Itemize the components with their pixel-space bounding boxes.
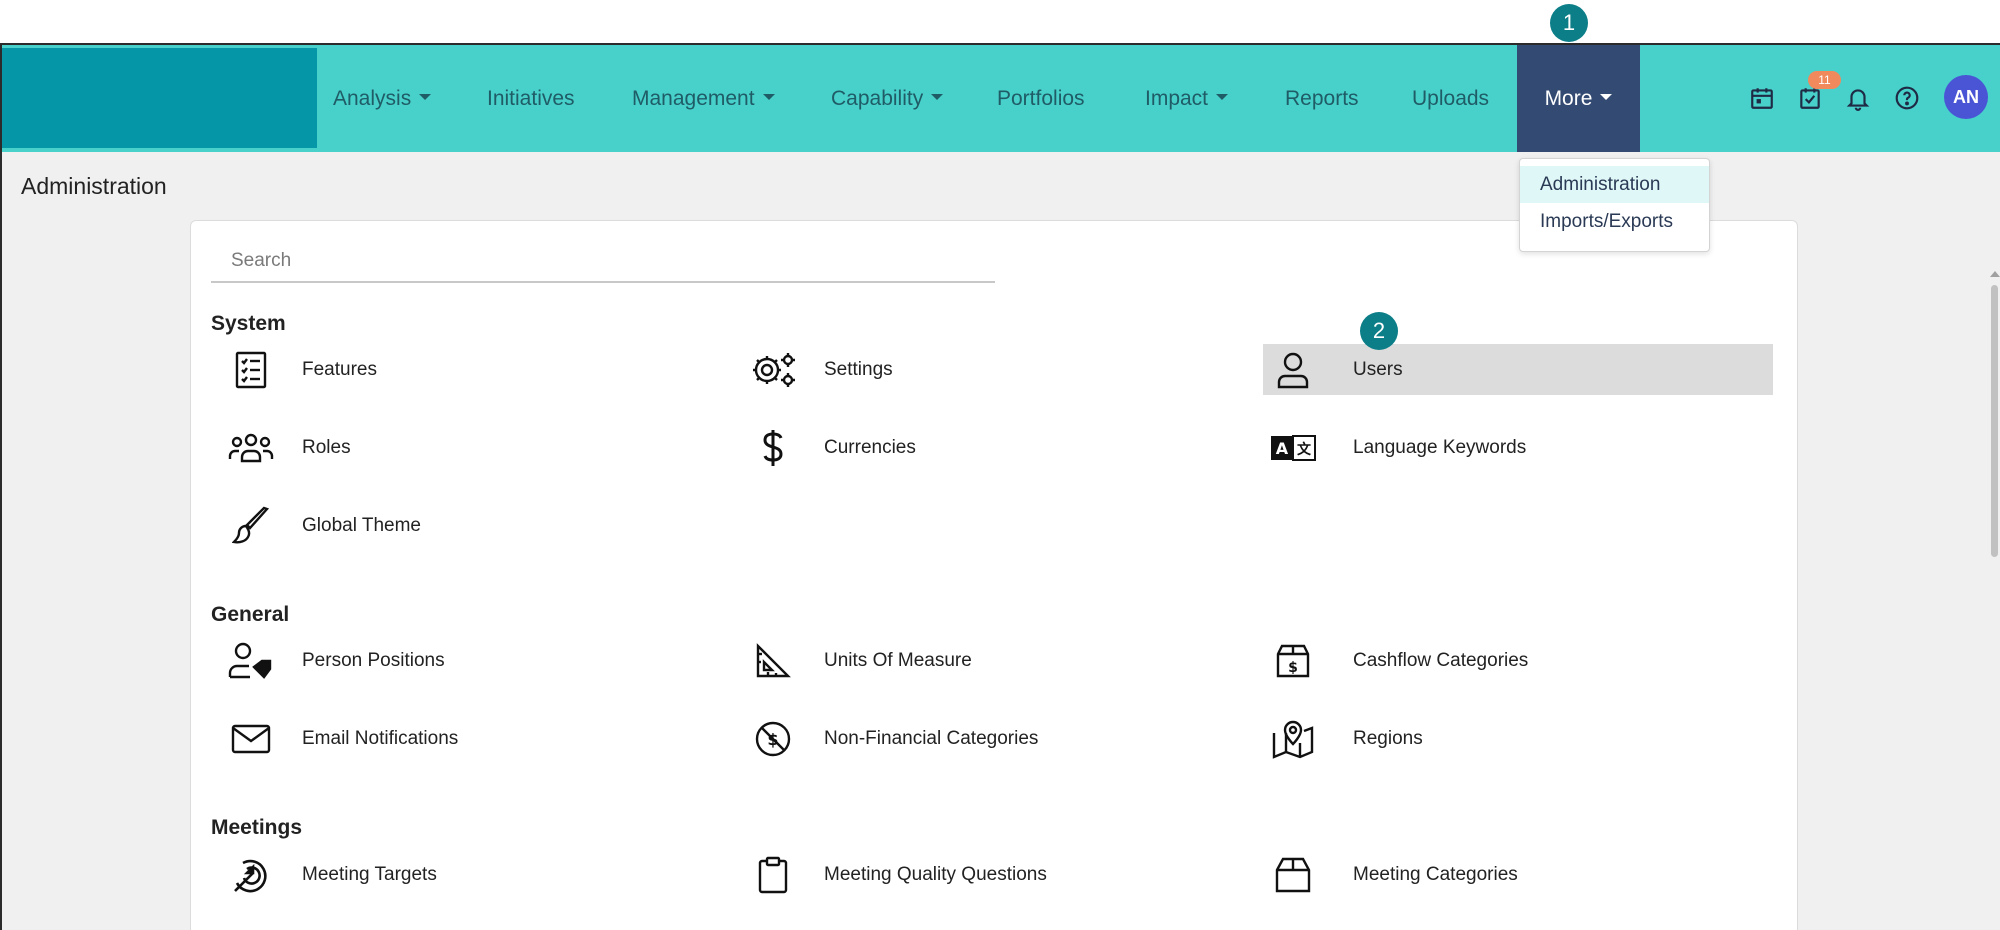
nav-reports[interactable]: Reports [1285, 45, 1359, 152]
nav-management-label: Management [632, 86, 755, 110]
envelope-icon [201, 713, 301, 764]
tile-email-notifications[interactable]: Email Notifications [201, 713, 711, 764]
tile-meeting-quality-questions[interactable]: Meeting Quality Questions [723, 849, 1233, 900]
dollar-icon [723, 422, 823, 473]
tile-label: Users [1353, 358, 1403, 380]
help-icon[interactable] [1892, 83, 1922, 113]
svg-text:$: $ [1288, 660, 1298, 676]
nav-capability-label: Capability [831, 86, 924, 110]
tile-features[interactable]: Features [201, 344, 711, 395]
brand-logo-area[interactable] [2, 48, 317, 148]
tile-label: Non-Financial Categories [824, 727, 1039, 749]
tile-settings[interactable]: Settings [723, 344, 1233, 395]
box-icon [1263, 849, 1323, 900]
menu-item-administration[interactable]: Administration [1520, 166, 1709, 203]
nav-management[interactable]: Management [632, 45, 775, 152]
page-scrollbar[interactable] [1988, 267, 2000, 930]
tile-cashflow-categories[interactable]: $ Cashflow Categories [1263, 635, 1773, 686]
tile-label: Regions [1353, 727, 1423, 749]
nav-initiatives[interactable]: Initiatives [487, 45, 575, 152]
top-nav-bar: Analysis Initiatives Management Capabili… [2, 45, 2000, 152]
translate-icon: A文 [1263, 422, 1323, 473]
tile-label: Language Keywords [1353, 436, 1527, 458]
tile-label: Currencies [824, 436, 916, 458]
tile-person-positions[interactable]: Person Positions [201, 635, 711, 686]
calendar-icon[interactable] [1747, 83, 1777, 113]
tile-roles[interactable]: Roles [201, 422, 711, 473]
tile-language-keywords[interactable]: A文 Language Keywords [1263, 422, 1773, 473]
nav-more-label: More [1544, 86, 1593, 110]
scroll-thumb[interactable] [1991, 285, 1998, 557]
checklist-icon [201, 344, 301, 395]
nav-capability[interactable]: Capability [831, 45, 944, 152]
nav-uploads[interactable]: Uploads [1412, 45, 1489, 152]
tile-label: Roles [302, 436, 351, 458]
search-input[interactable] [211, 241, 995, 283]
nav-analysis[interactable]: Analysis [333, 45, 432, 152]
chevron-down-icon [419, 93, 432, 100]
task-count-badge: 11 [1808, 71, 1841, 89]
page-title: Administration [21, 173, 167, 199]
tile-currencies[interactable]: Currencies [723, 422, 1233, 473]
admin-card: System Features Settings Users Roles [190, 220, 1798, 930]
tile-units-of-measure[interactable]: Units Of Measure [723, 635, 1233, 686]
section-title-meetings: Meetings [211, 816, 303, 839]
tile-regions[interactable]: Regions [1263, 713, 1773, 764]
menu-item-imports-exports[interactable]: Imports/Exports [1520, 203, 1709, 240]
nav-portfolios[interactable]: Portfolios [997, 45, 1085, 152]
nav-reports-label: Reports [1285, 86, 1359, 110]
tile-label: Email Notifications [302, 727, 459, 749]
nav-impact[interactable]: Impact [1145, 45, 1229, 152]
more-dropdown-menu: Administration Imports/Exports [1519, 158, 1710, 252]
svg-text:$: $ [767, 730, 778, 749]
nav-uploads-label: Uploads [1412, 86, 1490, 110]
tile-label: Person Positions [302, 649, 445, 671]
user-avatar[interactable]: AN [1944, 75, 1988, 119]
tile-label: Meeting Quality Questions [824, 863, 1047, 885]
tile-label: Cashflow Categories [1353, 649, 1529, 671]
clipboard-icon [723, 849, 823, 900]
tile-label: Features [302, 358, 377, 380]
step-1-marker: 1 [1550, 4, 1588, 42]
bell-icon[interactable] [1843, 83, 1873, 113]
scroll-up-arrow-icon[interactable] [1990, 271, 2000, 277]
people-group-icon [201, 422, 301, 473]
nav-portfolios-label: Portfolios [997, 86, 1085, 110]
ruler-triangle-icon [723, 635, 823, 686]
tile-label: Meeting Categories [1353, 863, 1518, 885]
tile-label: Units Of Measure [824, 649, 972, 671]
target-arrow-icon [201, 849, 301, 900]
paintbrush-icon [201, 500, 301, 551]
chevron-down-icon [1600, 93, 1613, 100]
tile-users[interactable]: Users [1263, 344, 1773, 395]
section-title-general: General [211, 603, 290, 626]
step-2-marker: 2 [1360, 312, 1398, 350]
no-dollar-icon: $ [723, 713, 823, 764]
tile-label: Global Theme [302, 514, 421, 536]
person-tag-icon [201, 635, 301, 686]
section-title-system: System [211, 312, 286, 335]
chevron-down-icon [931, 93, 944, 100]
gears-icon [723, 344, 823, 395]
nav-impact-label: Impact [1145, 86, 1209, 110]
nav-more[interactable]: More [1517, 45, 1640, 152]
tile-global-theme[interactable]: Global Theme [201, 500, 711, 551]
svg-text:文: 文 [1297, 441, 1312, 458]
money-box-icon: $ [1263, 635, 1323, 686]
map-pin-icon [1263, 713, 1323, 764]
nav-analysis-label: Analysis [333, 86, 412, 110]
nav-initiatives-label: Initiatives [487, 86, 575, 110]
tile-meeting-targets[interactable]: Meeting Targets [201, 849, 711, 900]
tile-meeting-categories[interactable]: Meeting Categories [1263, 849, 1773, 900]
svg-text:A: A [1276, 439, 1289, 458]
app-window: Analysis Initiatives Management Capabili… [0, 43, 2000, 930]
tile-non-financial-categories[interactable]: $ Non-Financial Categories [723, 713, 1233, 764]
tile-label: Meeting Targets [302, 863, 437, 885]
user-icon [1263, 344, 1323, 395]
tile-label: Settings [824, 358, 893, 380]
chevron-down-icon [1216, 93, 1229, 100]
chevron-down-icon [762, 93, 775, 100]
